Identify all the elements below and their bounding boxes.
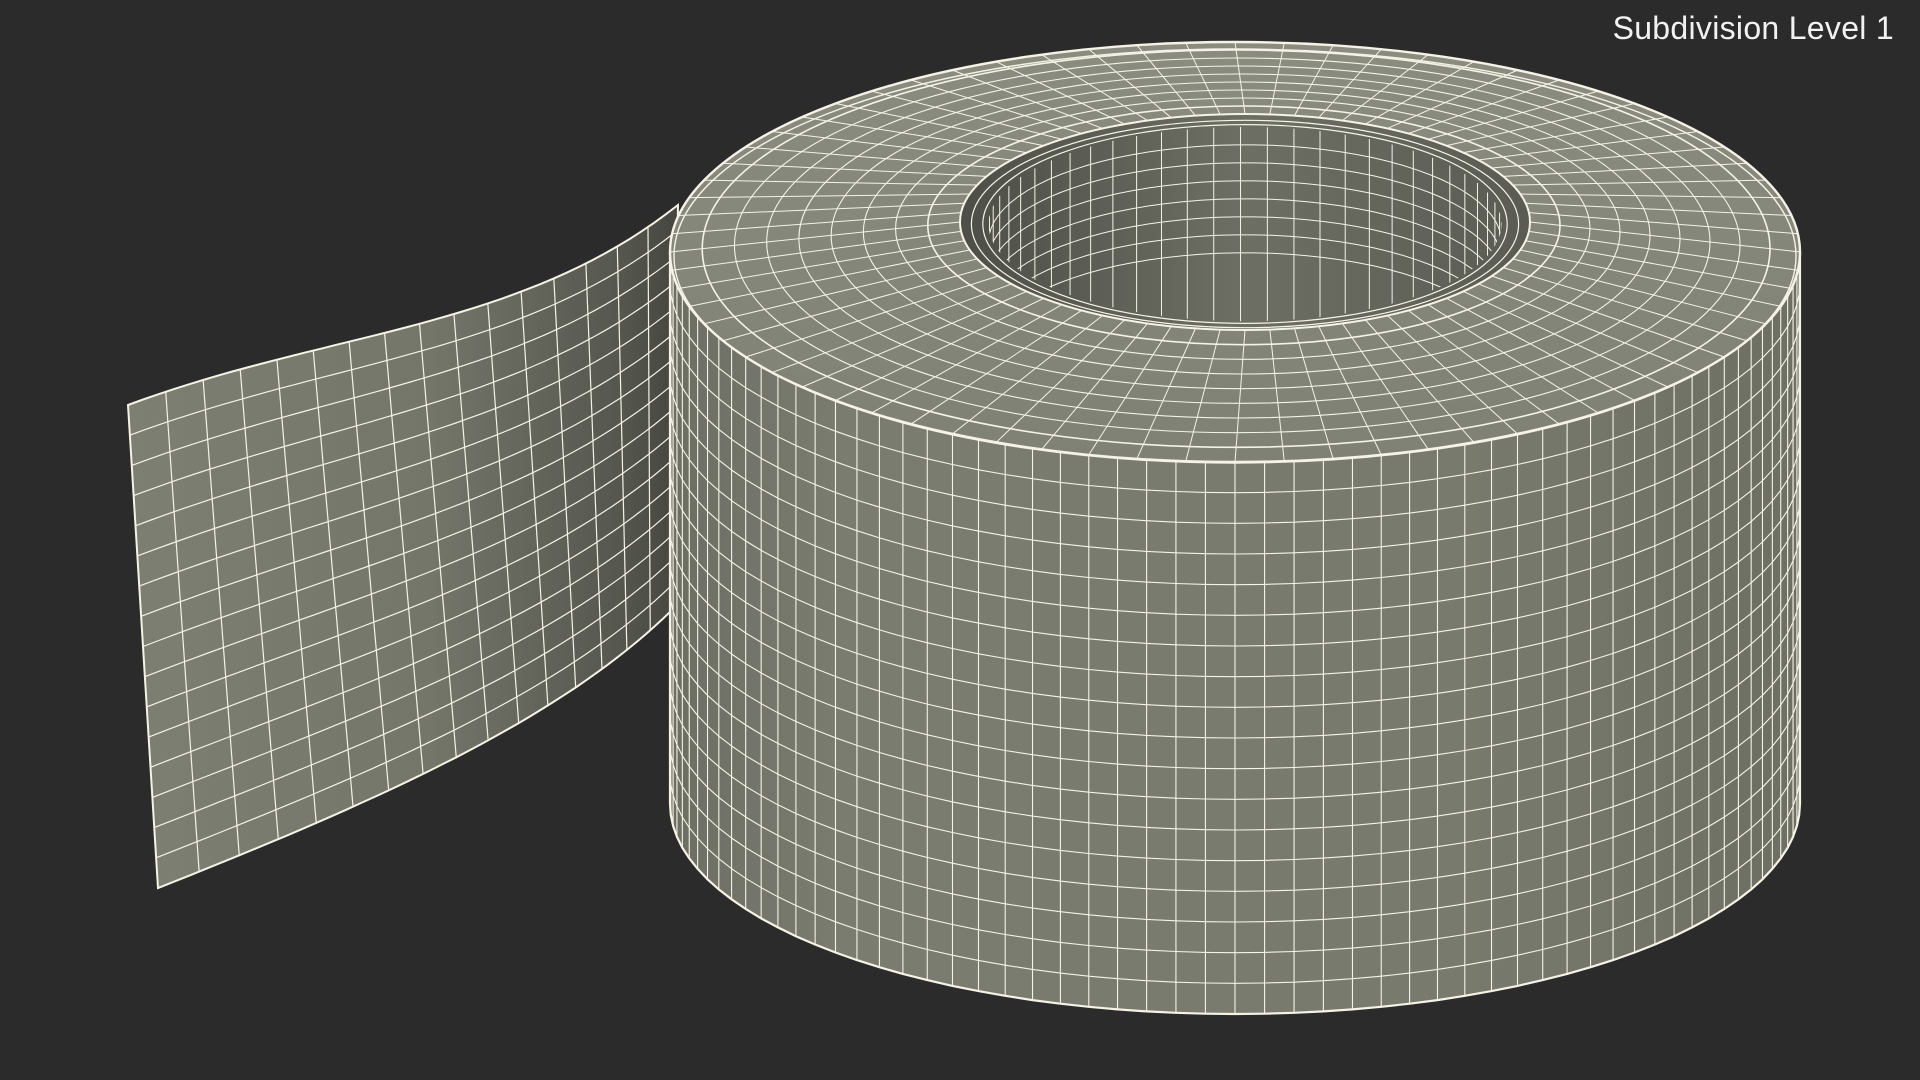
tape-strip bbox=[126, 202, 680, 890]
hole-opening bbox=[959, 113, 1531, 331]
subdivision-level-label: Subdivision Level 1 bbox=[1612, 10, 1894, 46]
tape-roll-wireframe-render bbox=[126, 40, 1802, 1016]
render-viewport: Subdivision Level 1 bbox=[0, 0, 1920, 1080]
